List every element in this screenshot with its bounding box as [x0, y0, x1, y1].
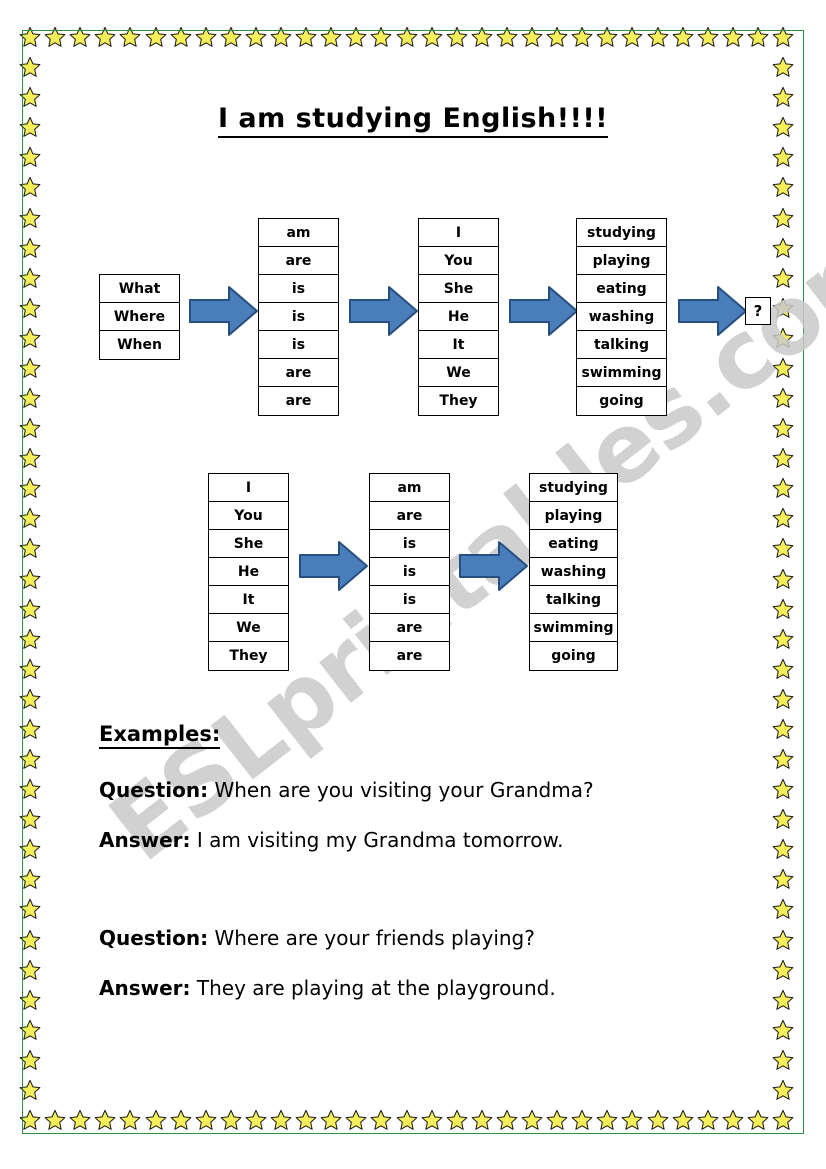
- example-2-answer: Answer: They are playing at the playgrou…: [99, 976, 556, 1000]
- table-cell: What: [100, 275, 179, 303]
- example-2-question-label: Question:: [99, 926, 209, 950]
- table-cell: are: [259, 359, 338, 387]
- table-cell: swimming: [530, 614, 617, 642]
- table-verbs-1: studying playing eating washing talking swimm…: [576, 218, 667, 416]
- table-cell: are: [259, 247, 338, 275]
- table-cell: It: [419, 331, 498, 359]
- table-cell: We: [419, 359, 498, 387]
- example-2-question: Question: Where are your friends playing…: [99, 926, 535, 950]
- page-title: I am studying English!!!!: [0, 103, 826, 138]
- table-cell: talking: [577, 331, 666, 359]
- table-cell: talking: [530, 586, 617, 614]
- arrow-right-icon-3: [509, 285, 579, 337]
- table-cell: They: [419, 387, 498, 415]
- table-cell: is: [370, 586, 449, 614]
- table-pronouns-1: I You She He It We They: [418, 218, 499, 416]
- table-cell: studying: [530, 474, 617, 502]
- table-cell: washing: [530, 558, 617, 586]
- arrow-right-icon-4: [678, 285, 748, 337]
- example-1-answer-label: Answer:: [99, 828, 191, 852]
- table-cell: playing: [530, 502, 617, 530]
- table-cell: Where: [100, 303, 179, 331]
- example-2-question-text: Where are your friends playing?: [214, 926, 535, 950]
- table-cell: They: [209, 642, 288, 670]
- table-be-verbs-1: am are is is is are are: [258, 218, 339, 416]
- examples-heading: Examples:: [99, 722, 221, 749]
- table-cell: You: [209, 502, 288, 530]
- arrow-right-icon-2: [349, 285, 419, 337]
- worksheet-page: ESLprintables.com I am studying English!…: [0, 0, 826, 1169]
- table-cell: going: [530, 642, 617, 670]
- table-cell: am: [370, 474, 449, 502]
- arrow-right-icon-5: [299, 540, 369, 592]
- table-cell: We: [209, 614, 288, 642]
- table-cell: is: [370, 558, 449, 586]
- example-1-answer-text: I am visiting my Grandma tomorrow.: [196, 828, 564, 852]
- question-mark-box: ?: [745, 297, 771, 325]
- table-cell: It: [209, 586, 288, 614]
- table-cell: is: [370, 530, 449, 558]
- example-1-answer: Answer: I am visiting my Grandma tomorro…: [99, 828, 563, 852]
- arrow-right-icon-1: [189, 285, 259, 337]
- table-be-verbs-2: am are is is is are are: [369, 473, 450, 671]
- table-cell: swimming: [577, 359, 666, 387]
- example-1-question-text: When are you visiting your Grandma?: [214, 778, 594, 802]
- table-verbs-2: studying playing eating washing talking swimm…: [529, 473, 618, 671]
- page-title-text: I am studying English!!!!: [217, 103, 609, 138]
- table-cell: studying: [577, 219, 666, 247]
- examples-heading-text: Examples:: [99, 722, 221, 749]
- table-cell: I: [419, 219, 498, 247]
- table-cell: He: [419, 303, 498, 331]
- table-cell: are: [370, 642, 449, 670]
- table-question-words: What Where When: [99, 274, 180, 360]
- table-cell: going: [577, 387, 666, 415]
- example-1-question: Question: When are you visiting your Gra…: [99, 778, 594, 802]
- table-cell: are: [370, 502, 449, 530]
- table-cell: am: [259, 219, 338, 247]
- table-cell: eating: [577, 275, 666, 303]
- table-pronouns-2: I You She He It We They: [208, 473, 289, 671]
- table-cell: You: [419, 247, 498, 275]
- table-cell: are: [370, 614, 449, 642]
- table-cell: are: [259, 387, 338, 415]
- example-2-answer-text: They are playing at the playground.: [196, 976, 556, 1000]
- table-cell: When: [100, 331, 179, 359]
- table-cell: eating: [530, 530, 617, 558]
- table-cell: playing: [577, 247, 666, 275]
- example-1-question-label: Question:: [99, 778, 209, 802]
- table-cell: is: [259, 331, 338, 359]
- arrow-right-icon-6: [459, 540, 529, 592]
- table-cell: She: [419, 275, 498, 303]
- table-cell: She: [209, 530, 288, 558]
- table-cell: He: [209, 558, 288, 586]
- table-cell: washing: [577, 303, 666, 331]
- table-cell: is: [259, 275, 338, 303]
- table-cell: I: [209, 474, 288, 502]
- table-cell: is: [259, 303, 338, 331]
- example-2-answer-label: Answer:: [99, 976, 191, 1000]
